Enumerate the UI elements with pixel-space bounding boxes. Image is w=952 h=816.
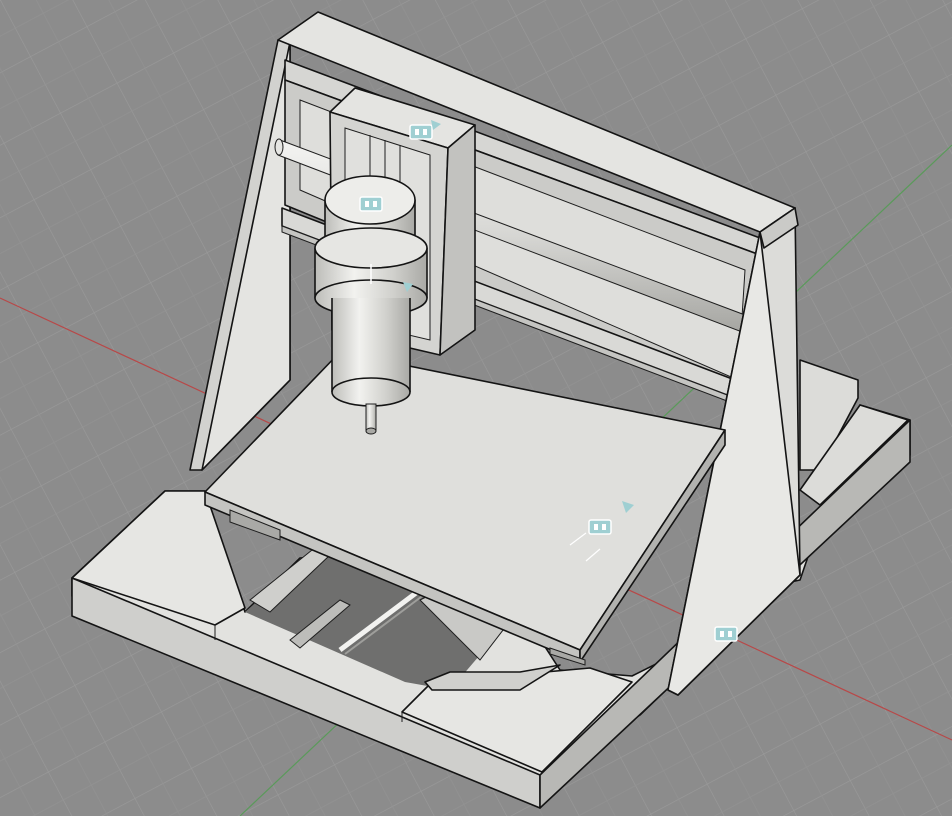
- joint-icon: [359, 196, 383, 212]
- joint-icon: [714, 626, 738, 642]
- joint-marker[interactable]: [714, 626, 738, 642]
- joint-icon: [409, 124, 433, 140]
- spindle-clamp[interactable]: [314, 227, 428, 407]
- 3d-viewport[interactable]: [0, 0, 952, 816]
- end-mill: [365, 403, 377, 435]
- joint-icon: [588, 519, 612, 535]
